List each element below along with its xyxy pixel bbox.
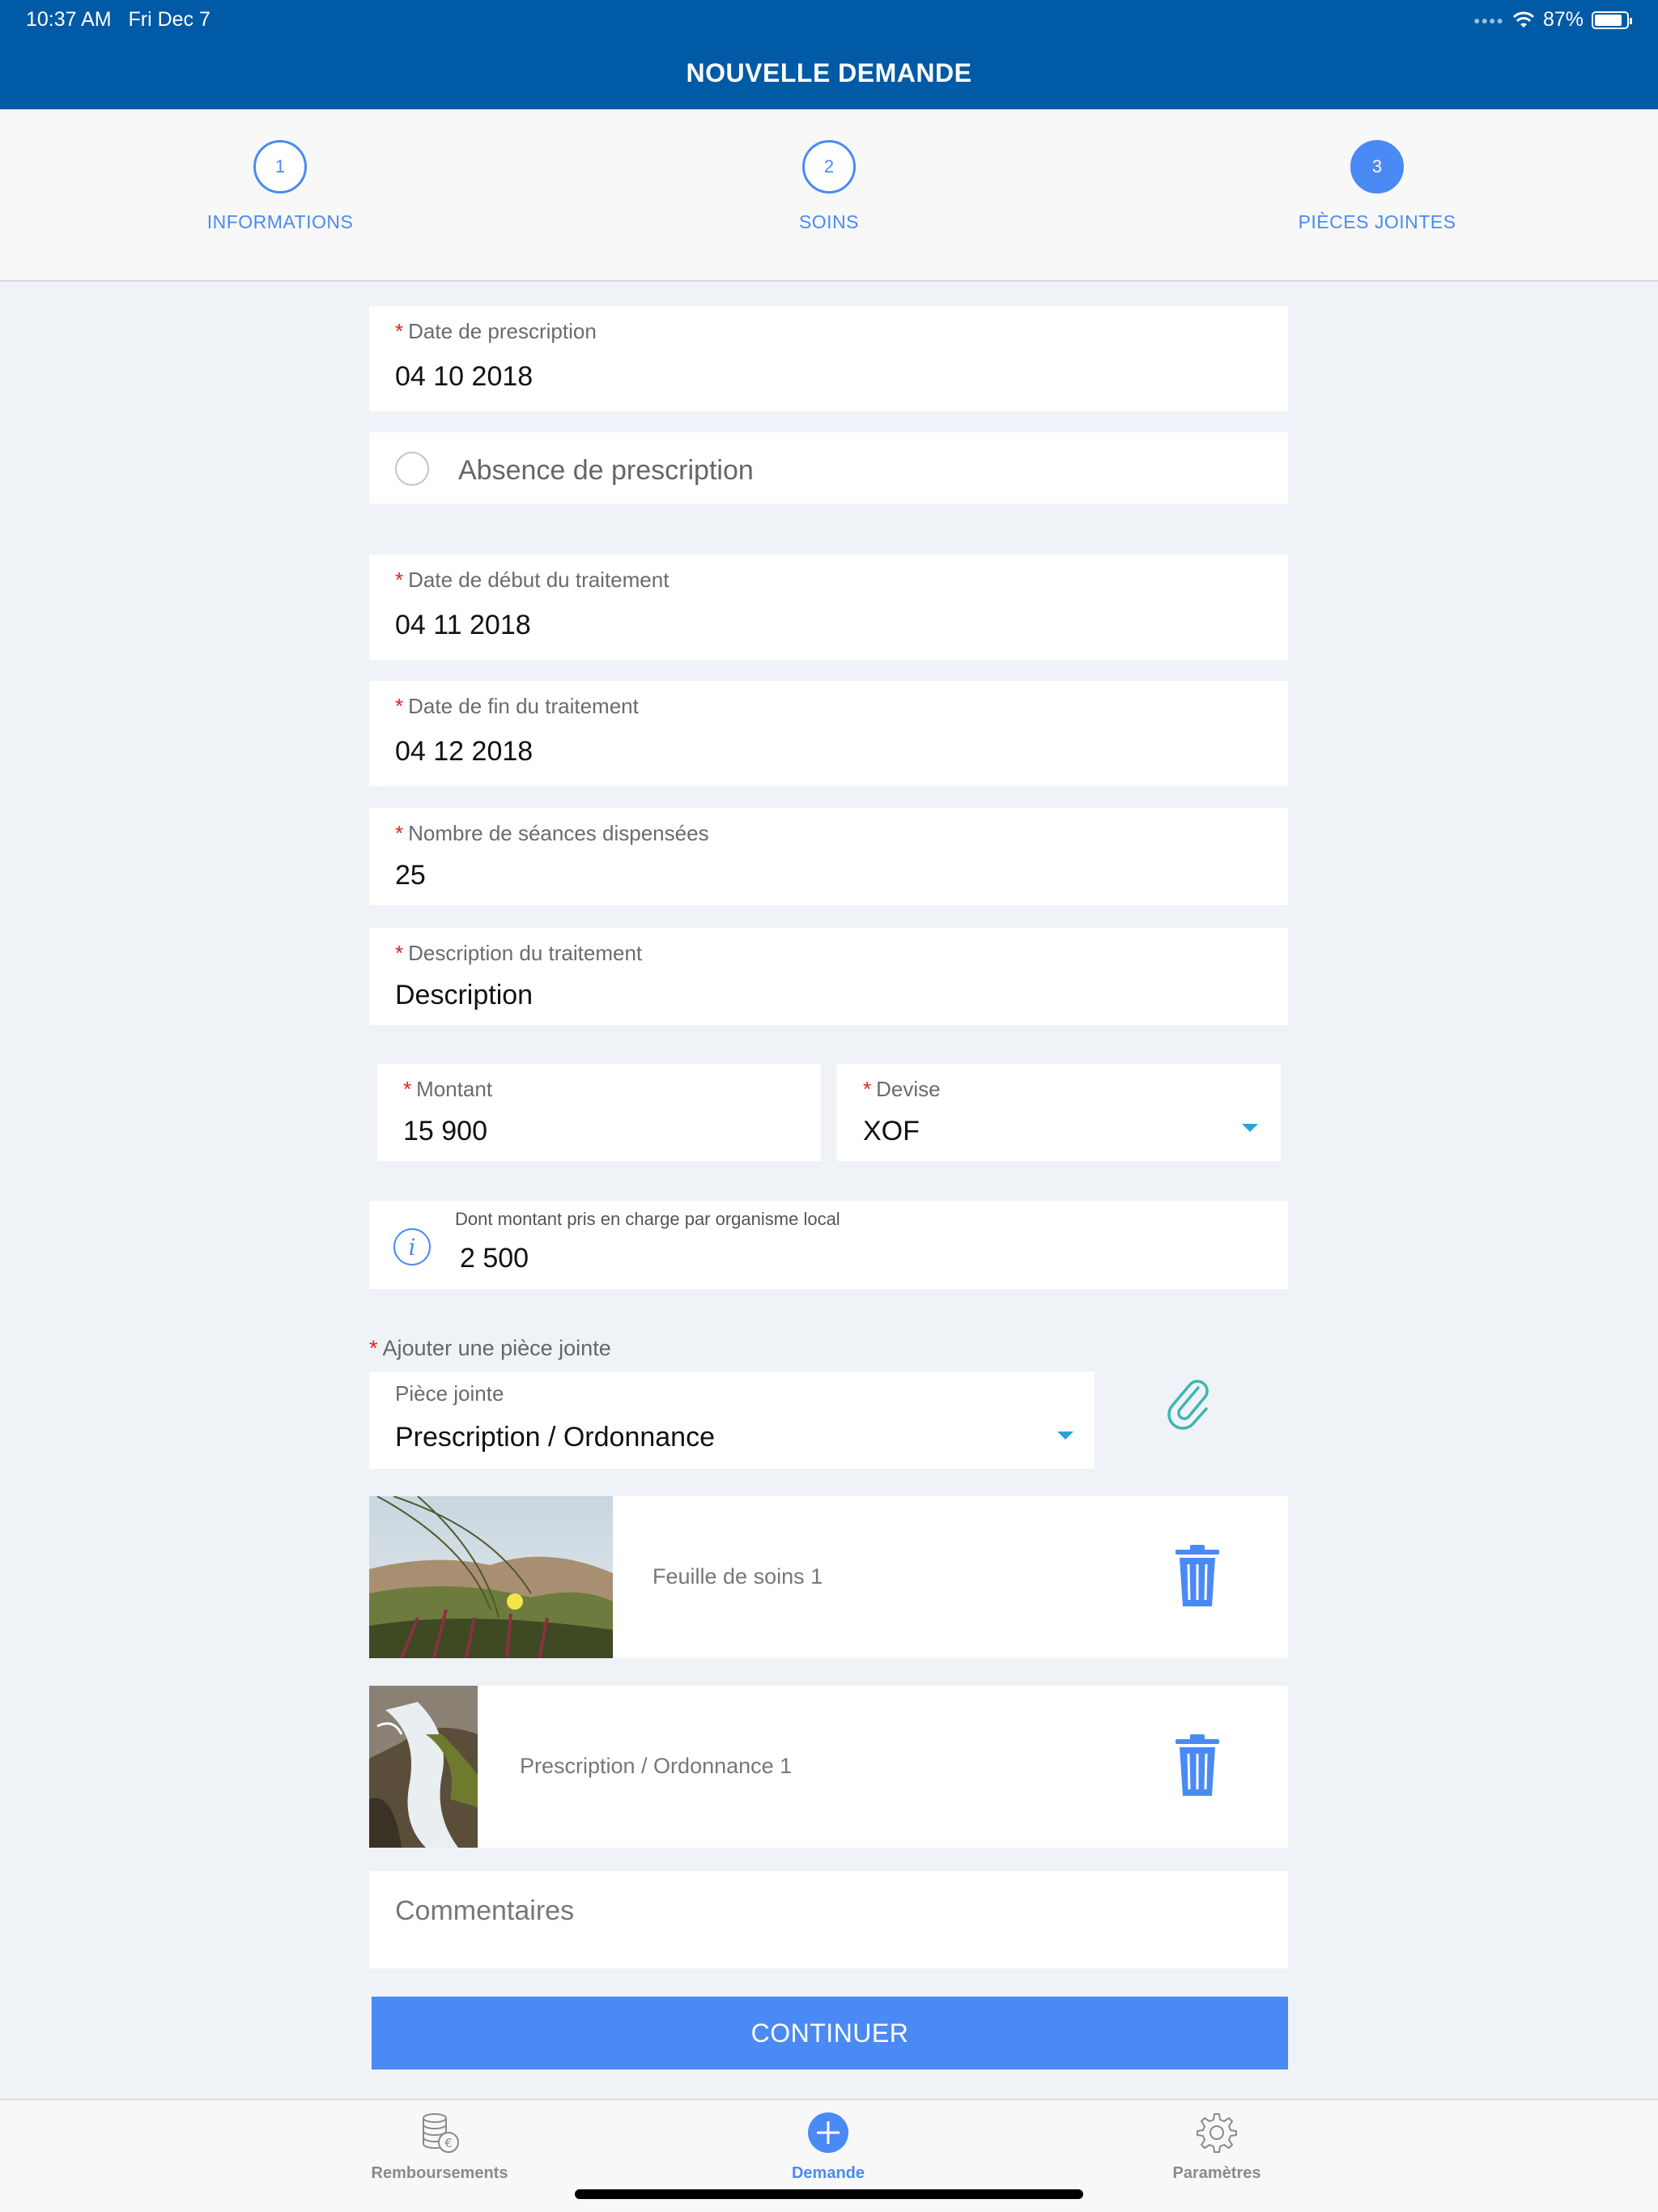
tab-label: Remboursements [371, 2164, 508, 2182]
step-label: INFORMATIONS [206, 211, 354, 232]
attachment-item: Prescription / Ordonnance 1 [369, 1686, 1288, 1848]
required-mark: * [403, 1077, 412, 1101]
no-prescription-option[interactable]: Absence de prescription [369, 432, 1288, 504]
field-value: 25 [395, 860, 426, 891]
field-value: XOF [863, 1116, 920, 1146]
label-text: Ajouter une pièce jointe [382, 1336, 611, 1360]
attachment-type-select[interactable]: Pièce jointe Prescription / Ordonnance [369, 1372, 1095, 1469]
field-value: 04 12 2018 [395, 736, 534, 767]
field-label: * Date de fin du traitement [395, 694, 639, 719]
tab-demande[interactable]: Demande [723, 2112, 933, 2183]
required-mark: * [395, 941, 404, 965]
required-mark: * [395, 319, 404, 343]
radio-button[interactable] [395, 452, 429, 486]
tab-remboursements[interactable]: € Remboursements [334, 2112, 545, 2183]
attachment-item: Feuille de soins 1 [369, 1496, 1288, 1658]
coins-euro-icon: € [423, 2113, 459, 2153]
status-time-text: 10:37 AM [26, 8, 112, 31]
attachment-thumbnail[interactable] [369, 1496, 613, 1658]
description-field[interactable]: * Description du traitement Description [369, 928, 1288, 1025]
field-label: * Nombre de séances dispensées [395, 821, 709, 846]
label-text: Date de fin du traitement [408, 694, 639, 718]
attachment-thumbnail[interactable] [369, 1686, 478, 1848]
field-value: Prescription / Ordonnance [395, 1422, 715, 1453]
tab-label: Paramètres [1172, 2164, 1261, 2182]
field-value: 04 10 2018 [395, 361, 534, 392]
field-label: * Date de début du traitement [395, 568, 669, 593]
step-number: 3 [1350, 140, 1404, 194]
label-text: Devise [876, 1077, 941, 1101]
trash-icon[interactable] [1174, 1734, 1221, 1797]
field-value: 04 11 2018 [395, 610, 531, 640]
required-mark: * [395, 821, 404, 845]
info-icon[interactable]: i [393, 1228, 431, 1266]
attachment-section-label: * Ajouter une pièce jointe [369, 1336, 611, 1361]
radio-label: Absence de prescription [458, 455, 754, 486]
trash-icon[interactable] [1174, 1545, 1221, 1608]
svg-text:€: € [444, 2136, 453, 2150]
step-soins[interactable]: 2 SOINS [691, 140, 967, 233]
dropdown-arrow-icon [1242, 1124, 1258, 1132]
signal-icon: ●●●● [1473, 13, 1504, 27]
prescription-date-field[interactable]: * Date de prescription 04 10 2018 [369, 306, 1288, 411]
stepper: 1 INFORMATIONS 2 SOINS 3 PIÈCES JOINTES [0, 109, 1658, 282]
step-number: 2 [802, 140, 856, 194]
label-text: Nombre de séances dispensées [408, 821, 709, 845]
label-text: Description du traitement [408, 941, 643, 965]
field-value: 15 900 [403, 1116, 487, 1146]
required-mark: * [369, 1336, 378, 1360]
field-value: 2 500 [460, 1243, 529, 1274]
battery-icon [1592, 11, 1632, 29]
required-mark: * [863, 1077, 872, 1101]
page-title: NOUVELLE DEMANDE [686, 58, 972, 87]
step-label: SOINS [798, 211, 860, 232]
required-mark: * [395, 694, 404, 718]
battery-percent: 87% [1542, 8, 1584, 31]
step-informations[interactable]: 1 INFORMATIONS [142, 140, 418, 233]
continue-button[interactable]: CONTINUER [372, 1997, 1288, 2069]
label-text: Date de prescription [408, 319, 597, 343]
field-label: * Date de prescription [395, 319, 597, 344]
plus-circle-icon [808, 2112, 848, 2153]
tab-label: Demande [791, 2164, 865, 2182]
sessions-field[interactable]: * Nombre de séances dispensées 25 [369, 808, 1288, 905]
status-date-text: Fri Dec 7 [128, 8, 210, 31]
treatment-start-field[interactable]: * Date de début du traitement 04 11 2018 [369, 555, 1288, 660]
field-label: Pièce jointe [395, 1381, 504, 1406]
currency-select[interactable]: * Devise XOF [837, 1064, 1281, 1161]
app-header: 10:37 AM Fri Dec 7 ●●●● 87% NOUVELLE DEM… [0, 0, 1658, 109]
step-number: 1 [253, 140, 307, 194]
field-label: * Devise [863, 1077, 941, 1102]
treatment-end-field[interactable]: * Date de fin du traitement 04 12 2018 [369, 681, 1288, 786]
battery-fill [1595, 14, 1622, 26]
step-pieces-jointes[interactable]: 3 PIÈCES JOINTES [1239, 140, 1515, 233]
local-amount-field[interactable]: i Dont montant pris en charge par organi… [369, 1201, 1288, 1289]
comments-placeholder: Commentaires [395, 1895, 575, 1926]
amount-field[interactable]: * Montant 15 900 [377, 1064, 821, 1161]
field-label: Dont montant pris en charge par organism… [455, 1209, 840, 1229]
required-mark: * [395, 568, 404, 592]
tab-parametres[interactable]: Paramètres [1112, 2112, 1322, 2183]
paperclip-icon[interactable] [1163, 1376, 1214, 1433]
field-label: * Montant [403, 1077, 492, 1102]
comments-field[interactable]: Commentaires [369, 1871, 1288, 1968]
attachment-name: Prescription / Ordonnance 1 [520, 1754, 793, 1778]
field-label: * Description du traitement [395, 941, 642, 966]
dropdown-arrow-icon [1057, 1431, 1073, 1440]
field-value: Description [395, 980, 534, 1010]
label-text: Date de début du traitement [408, 568, 670, 592]
status-bar-time: 10:37 AM Fri Dec 7 [26, 8, 210, 32]
gear-icon [1197, 2113, 1237, 2153]
wifi-icon [1512, 11, 1535, 28]
attachment-name: Feuille de soins 1 [653, 1564, 823, 1589]
step-label: PIÈCES JOINTES [1298, 211, 1456, 232]
home-indicator[interactable] [575, 2189, 1083, 2199]
label-text: Montant [416, 1077, 493, 1101]
status-bar-right: ●●●● 87% [1473, 8, 1632, 32]
